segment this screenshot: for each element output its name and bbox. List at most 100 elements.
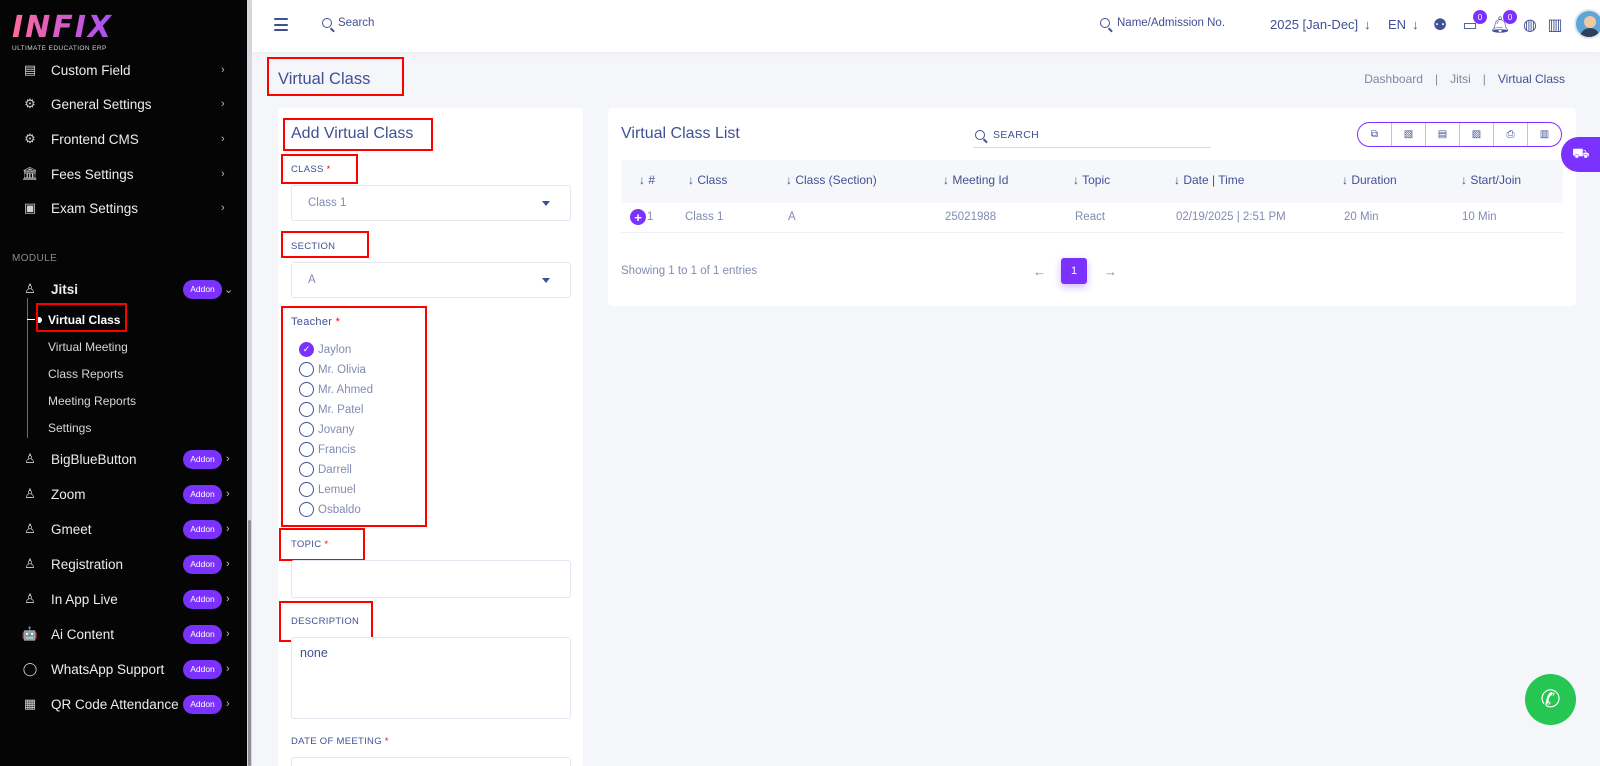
checkbox-icon[interactable] — [299, 442, 314, 457]
description-textarea[interactable]: none — [291, 637, 571, 719]
sidebar-item-qr-code-attendance[interactable]: ▦ QR Code Attendance Addon › — [0, 689, 247, 719]
pagination-next-icon[interactable]: → — [1104, 264, 1117, 279]
pdf-icon[interactable]: ▨ — [1460, 123, 1494, 146]
sidebar-subitem-virtual-class[interactable]: Virtual Class — [48, 313, 120, 327]
column-header-class[interactable]: ↓ Class — [688, 173, 727, 187]
checkbox-icon[interactable] — [299, 362, 314, 377]
sidebar-item-label: QR Code Attendance — [51, 696, 179, 712]
topic-input[interactable] — [291, 560, 571, 598]
list-search-input[interactable]: SEARCH — [973, 122, 1211, 148]
sidebar-scrollbar[interactable] — [247, 0, 252, 766]
checkbox-icon[interactable] — [299, 502, 314, 517]
avatar[interactable] — [1574, 9, 1600, 39]
bank-icon: 🏛 — [21, 166, 39, 181]
sidebar-item-exam-settings[interactable]: ▣ Exam Settings › — [0, 193, 247, 223]
checkbox-icon[interactable] — [299, 462, 314, 477]
scrollbar-thumb[interactable] — [248, 520, 251, 766]
date-of-meeting-label: DATE OF MEETING * — [291, 736, 389, 747]
robot-icon[interactable]: ⚉ — [1429, 14, 1451, 36]
column-header-meeting-id[interactable]: ↓ Meeting Id — [943, 173, 1008, 187]
checkbox-icon[interactable] — [299, 382, 314, 397]
whatsapp-chat-icon[interactable]: ✆ — [1525, 674, 1576, 725]
column-label: Class — [697, 173, 728, 187]
addon-badge: Addon — [183, 694, 222, 714]
sidebar-item-bigbluebutton[interactable]: ♙ BigBlueButton Addon › — [0, 444, 247, 474]
gears-icon: ⚙ — [24, 96, 36, 111]
sidebar-item-general-settings[interactable]: ⚙ General Settings › — [0, 89, 247, 119]
sidebar-item-fees-settings[interactable]: 🏛 Fees Settings › — [0, 159, 247, 189]
header-search[interactable]: Search — [322, 17, 374, 29]
sidebar-item-jitsi[interactable]: ♙ Jitsi Addon ⌄ — [0, 274, 247, 304]
cell-no: 1 — [647, 211, 654, 223]
table-info: Showing 1 to 1 of 1 entries — [621, 265, 758, 277]
expand-row-icon[interactable]: + — [630, 209, 646, 225]
class-label-text: CLASS — [291, 164, 324, 175]
checkbox-icon[interactable] — [299, 402, 314, 417]
bell-icon[interactable]: 🔔︎ 0 — [1489, 10, 1517, 36]
pagination-prev-icon[interactable]: ← — [1033, 264, 1046, 279]
checkbox-icon[interactable] — [299, 482, 314, 497]
class-select-value: Class 1 — [308, 197, 347, 209]
teacher-option-jovany[interactable]: Jovany — [299, 422, 354, 437]
sidebar-subitem-meeting-reports[interactable]: Meeting Reports — [48, 394, 136, 408]
breadcrumb-dashboard[interactable]: Dashboard — [1364, 72, 1423, 86]
date-of-meeting-input[interactable] — [291, 757, 571, 766]
teacher-option-osbaldo[interactable]: Osbaldo — [299, 502, 361, 517]
cell-start-join: 10 Min — [1462, 211, 1497, 223]
sidebar-subitem-virtual-meeting[interactable]: Virtual Meeting — [48, 340, 128, 354]
chevron-right-icon: › — [226, 523, 230, 535]
breadcrumb-jitsi[interactable]: Jitsi — [1450, 72, 1471, 86]
print-icon[interactable]: ⎙ — [1494, 123, 1528, 146]
class-label: CLASS * — [291, 164, 331, 175]
teacher-option-lemuel[interactable]: Lemuel — [299, 482, 356, 497]
sidebar-item-in-app-live[interactable]: ♙ In App Live Addon › — [0, 584, 247, 614]
class-select[interactable]: Class 1 — [291, 185, 571, 221]
logo-tagline: ULTIMATE EDUCATION ERP — [12, 45, 107, 52]
sidebar-subitem-class-reports[interactable]: Class Reports — [48, 367, 123, 381]
teacher-option-darrell[interactable]: Darrell — [299, 462, 352, 477]
sidebar-item-custom-field[interactable]: ▤ Custom Field › — [0, 56, 247, 84]
sidebar-item-ai-content[interactable]: 🤖 Ai Content Addon › — [0, 619, 247, 649]
column-header-start-join[interactable]: ↓ Start/Join — [1461, 173, 1521, 187]
section-select[interactable]: A — [291, 262, 571, 298]
cart-icon[interactable]: ⛟ — [1561, 137, 1600, 172]
csv-icon[interactable]: ▤ — [1426, 123, 1460, 146]
globe-icon[interactable]: ◍ — [1519, 14, 1541, 36]
copy-icon[interactable]: ⧉ — [1358, 123, 1392, 146]
chevron-down-icon: ⌄ — [224, 283, 234, 296]
column-header-no[interactable]: ↓ # — [639, 173, 655, 187]
checkbox-checked-icon[interactable]: ✓ — [299, 342, 314, 357]
teacher-option-jaylon[interactable]: ✓ Jaylon — [299, 342, 351, 357]
sidebar-item-zoom[interactable]: ♙ Zoom Addon › — [0, 479, 247, 509]
columns-icon[interactable]: ▥ — [1528, 123, 1561, 146]
checkbox-icon[interactable] — [299, 422, 314, 437]
column-header-topic[interactable]: ↓ Topic — [1073, 173, 1110, 187]
logo[interactable]: INFIX ULTIMATE EDUCATION ERP — [12, 12, 122, 56]
sidebar-subitem-settings[interactable]: Settings — [48, 421, 91, 435]
chat-icon[interactable]: ▭ 0 — [1459, 10, 1487, 36]
column-header-section[interactable]: ↓ Class (Section) — [786, 173, 877, 187]
excel-icon[interactable]: ▧ — [1392, 123, 1426, 146]
sidebar-item-frontend-cms[interactable]: ⚙ Frontend CMS › — [0, 124, 247, 154]
admission-search[interactable]: Name/Admission No. — [1100, 17, 1225, 29]
teacher-option-ahmed[interactable]: Mr. Ahmed — [299, 382, 373, 397]
sidebar-item-whatsapp-support[interactable]: ◯ WhatsApp Support Addon › — [0, 654, 247, 684]
teacher-option-olivia[interactable]: Mr. Olivia — [299, 362, 366, 377]
teacher-option-patel[interactable]: Mr. Patel — [299, 402, 363, 417]
teacher-name: Lemuel — [318, 483, 356, 496]
column-header-duration[interactable]: ↓ Duration — [1342, 173, 1397, 187]
column-label: Topic — [1082, 173, 1111, 187]
hamburger-menu-icon[interactable] — [274, 18, 288, 31]
language-select[interactable]: EN ↓ — [1388, 17, 1419, 32]
date-label-text: DATE OF MEETING — [291, 736, 382, 747]
column-header-date-time[interactable]: ↓ Date | Time — [1174, 173, 1244, 187]
sidebar-item-registration[interactable]: ♙ Registration Addon › — [0, 549, 247, 579]
sidebar-item-gmeet[interactable]: ♙ Gmeet Addon › — [0, 514, 247, 544]
academic-year-select[interactable]: 2025 [Jan-Dec] ↓ — [1270, 17, 1371, 32]
dashboard-icon[interactable]: ▥ — [1544, 14, 1566, 36]
chevron-right-icon: › — [226, 698, 230, 710]
list-title: Virtual Class List — [621, 125, 740, 142]
teacher-option-francis[interactable]: Francis — [299, 442, 356, 457]
chevron-right-icon: › — [226, 453, 230, 465]
pagination-current-page[interactable]: 1 — [1061, 258, 1087, 284]
